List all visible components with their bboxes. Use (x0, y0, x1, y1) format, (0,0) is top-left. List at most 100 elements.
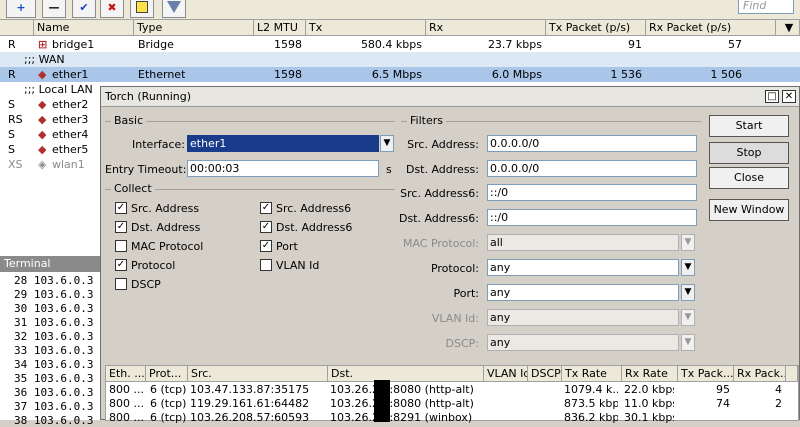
maximize-icon: □ (767, 91, 777, 102)
dscp-dropdown[interactable]: ▼ (681, 334, 695, 351)
timeout-label: Entry Timeout: (105, 163, 187, 176)
torch-window: Torch (Running) □ ✕ Basic Interface: eth… (100, 86, 800, 424)
comment-button[interactable] (130, 0, 154, 18)
terminal-line: 30 103.6.0.3 (14, 302, 94, 315)
terminal-line: 31 103.6.0.3 (14, 316, 94, 329)
src-address6-label: Src. Address6 (276, 202, 352, 215)
enable-button[interactable]: ✔ (72, 0, 96, 18)
table-row[interactable]: R ⊞ bridge1 Bridge 1598 580.4 kbps 23.7 … (0, 37, 800, 52)
col-tx-rate[interactable]: Tx Rate (562, 366, 622, 382)
terminal-line: 35 103.6.0.3 (14, 372, 94, 385)
col-eth[interactable]: Eth. ... (106, 366, 146, 382)
checkbox-mac-protocol[interactable] (115, 240, 127, 252)
dst-address6-filter-input[interactable]: ::/0 (487, 209, 697, 226)
dscp-filter-label: DSCP: (445, 337, 479, 350)
vlan-id-filter-select[interactable]: any (487, 309, 679, 326)
col-rx-packet[interactable]: Rx Packet (p/s) (646, 20, 776, 36)
port-dropdown[interactable]: ▼ (681, 284, 695, 301)
table-row[interactable]: 800 ... 6 (tcp) 103.47.133.87:35175 103.… (106, 383, 800, 397)
checkbox-dst-address6[interactable]: ✓ (260, 221, 272, 233)
col-tx-packet[interactable]: Tx Packet (p/s) (546, 20, 646, 36)
dst-address6-filter-label: Dst. Address6: (398, 212, 479, 225)
vlan-id-label: VLAN Id (276, 259, 320, 272)
terminal-line: 28 103.6.0.3 (14, 274, 94, 287)
maximize-button[interactable]: □ (765, 90, 779, 103)
col-tx[interactable]: Tx (306, 20, 426, 36)
table-row[interactable]: 800 ... 6 (tcp) 119.29.161.61:64482 103.… (106, 397, 800, 411)
col-rx-rate[interactable]: Rx Rate (622, 366, 678, 382)
columns-dropdown[interactable]: ▼ (776, 20, 800, 36)
col-name[interactable]: Name (34, 20, 134, 36)
funnel-icon (167, 1, 181, 13)
stop-button[interactable]: Stop (709, 142, 789, 164)
col-src[interactable]: Src. (188, 366, 328, 382)
col-rx[interactable]: Rx (426, 20, 546, 36)
port-filter-select[interactable]: any (487, 284, 679, 301)
plus-icon: + (16, 0, 26, 14)
disable-button[interactable]: ✖ (100, 0, 124, 18)
dst-address-filter-input[interactable]: 0.0.0.0/0 (487, 160, 697, 177)
src-address-label: Src. Address (131, 202, 200, 215)
table-row[interactable]: 800 ... 6 (tcp) 103.26.208.57:60593 103.… (106, 411, 800, 425)
vlan-id-dropdown[interactable]: ▼ (681, 309, 695, 326)
checkbox-protocol[interactable]: ✓ (115, 259, 127, 271)
terminal-line: 33 103.6.0.3 (14, 344, 94, 357)
checkbox-vlan-id[interactable] (260, 259, 272, 271)
ethernet-icon: ◆ (38, 113, 47, 126)
col-vlan-id[interactable]: VLAN Id (484, 366, 528, 382)
dropdown-arrow-icon: ▼ (684, 312, 692, 322)
close-window-button[interactable]: ✕ (782, 90, 796, 103)
ethernet-icon: ◆ (38, 68, 47, 81)
port-label: Port (276, 240, 298, 253)
checkbox-dscp[interactable] (115, 278, 127, 290)
terminal-line: 38 103.6.0.3 (14, 414, 94, 427)
start-button[interactable]: Start (709, 115, 789, 137)
dscp-filter-select[interactable]: any (487, 334, 679, 351)
dropdown-arrow-icon: ▼ (684, 287, 692, 297)
new-window-button[interactable]: New Window (709, 199, 789, 221)
timeout-input[interactable]: 00:00:03 (187, 160, 379, 177)
terminal-line: 37 103.6.0.3 (14, 400, 94, 413)
filter-button[interactable] (162, 0, 186, 18)
ethernet-icon: ◆ (38, 98, 47, 111)
col-l2mtu[interactable]: L2 MTU (254, 20, 306, 36)
src-address-filter-input[interactable]: 0.0.0.0/0 (487, 135, 697, 152)
terminal-window[interactable]: Terminal 28 103.6.0.3 29 103.6.0.3 30 10… (0, 256, 100, 427)
filters-group: Filters (401, 114, 701, 127)
col-dst[interactable]: Dst. (328, 366, 484, 382)
add-button[interactable]: + (6, 0, 36, 18)
mac-protocol-dropdown[interactable]: ▼ (681, 234, 695, 251)
dropdown-arrow-icon: ▼ (684, 262, 692, 272)
torch-title: Torch (Running) □ ✕ (101, 87, 799, 107)
col-protocol[interactable]: Prot... (146, 366, 188, 382)
src-address6-filter-label: Src. Address6: (400, 187, 479, 200)
checkbox-src-address6[interactable]: ✓ (260, 202, 272, 214)
dropdown-arrow-icon: ▼ (684, 237, 692, 247)
col-tx-packets[interactable]: Tx Pack... (678, 366, 734, 382)
col-type[interactable]: Type (134, 20, 254, 36)
dscp-label: DSCP (131, 278, 161, 291)
find-input[interactable]: Find (738, 0, 794, 14)
checkbox-dst-address[interactable]: ✓ (115, 221, 127, 233)
mac-protocol-filter-select[interactable]: all (487, 234, 679, 251)
checkbox-port[interactable]: ✓ (260, 240, 272, 252)
checkbox-src-address[interactable]: ✓ (115, 202, 127, 214)
table-row[interactable]: R ◆ ether1 Ethernet 1598 6.5 Mbps 6.0 Mb… (0, 67, 800, 82)
protocol-dropdown[interactable]: ▼ (681, 259, 695, 276)
protocol-filter-select[interactable]: any (487, 259, 679, 276)
protocol-filter-label: Protocol: (430, 262, 479, 275)
close-button[interactable]: Close (709, 167, 789, 189)
vlan-id-filter-label: VLAN Id: (431, 312, 479, 325)
columns-dropdown[interactable] (786, 366, 798, 382)
note-icon (136, 1, 148, 13)
src-address6-filter-input[interactable]: ::/0 (487, 184, 697, 201)
col-dscp[interactable]: DSCP (528, 366, 562, 382)
redaction-bar (374, 380, 390, 422)
col-flag[interactable] (0, 20, 34, 36)
terminal-line: 29 103.6.0.3 (14, 288, 94, 301)
close-icon: ✕ (784, 91, 794, 102)
interface-select[interactable]: ether1 (187, 135, 379, 152)
terminal-line: 32 103.6.0.3 (14, 330, 94, 343)
remove-button[interactable]: — (42, 0, 66, 18)
col-rx-packets[interactable]: Rx Pack... (734, 366, 786, 382)
